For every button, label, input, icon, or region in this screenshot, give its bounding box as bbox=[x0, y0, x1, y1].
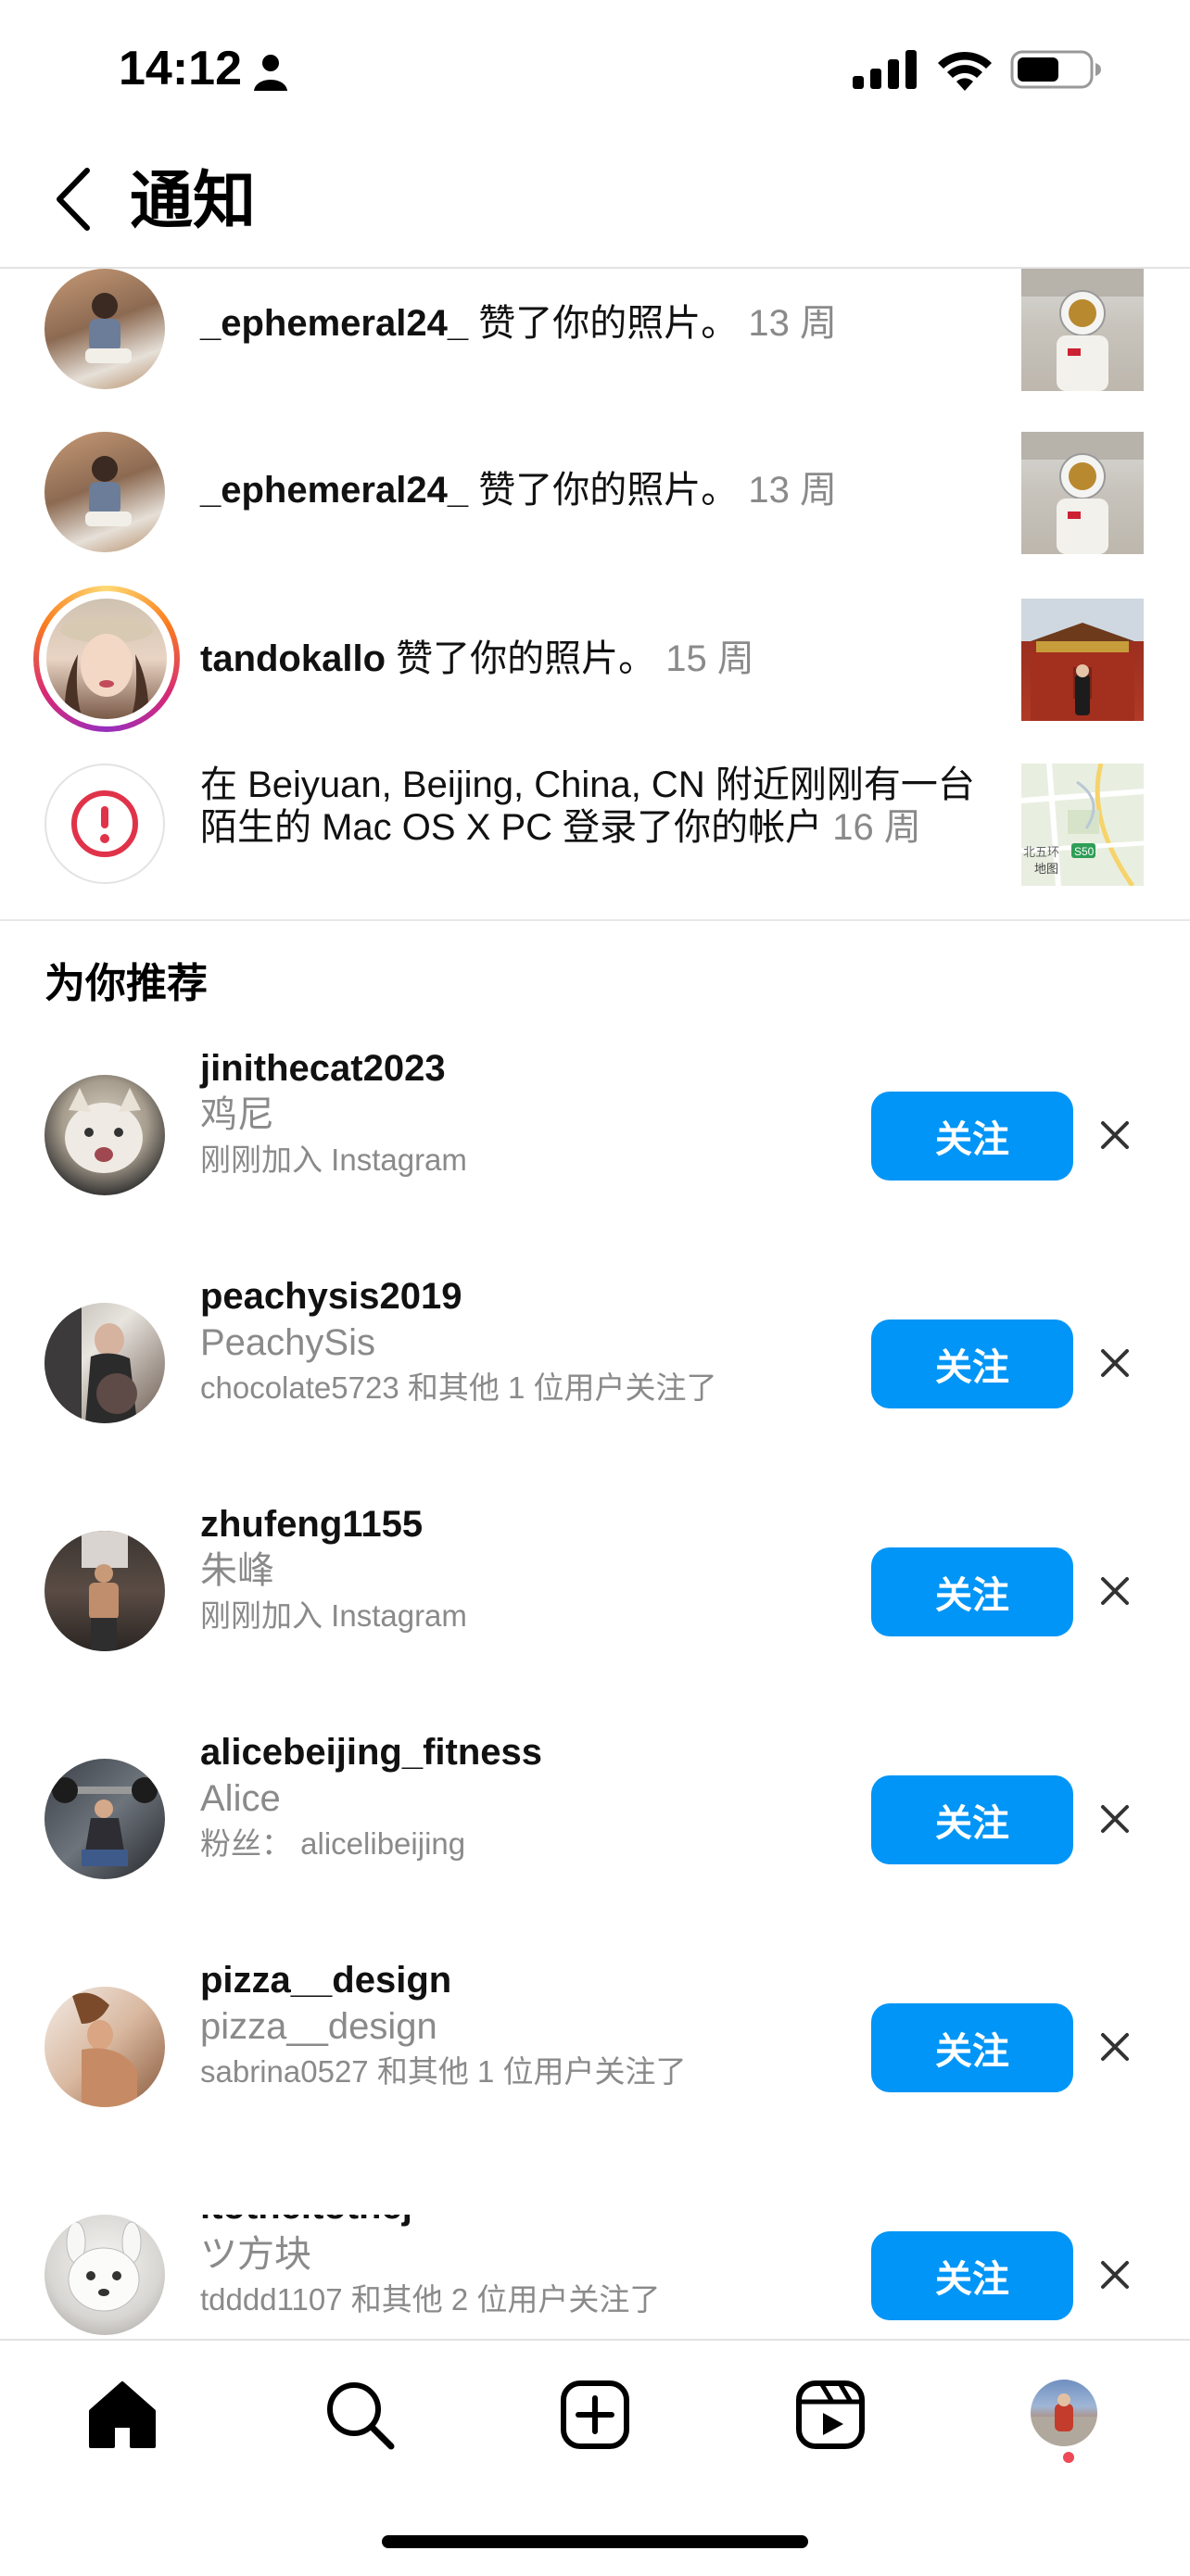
dismiss-icon[interactable] bbox=[1099, 1119, 1131, 1151]
home-indicator bbox=[382, 2535, 808, 2548]
home-icon[interactable] bbox=[85, 2378, 159, 2452]
suggestion-context: 粉丝： alicelibeijing bbox=[200, 1826, 466, 1861]
map-thumbnail[interactable]: 北五环 S50 地图 bbox=[1021, 764, 1144, 886]
avatar[interactable] bbox=[44, 1531, 165, 1651]
notification-text: _ephemeral24_ 赞了你的照片。 13 周 bbox=[200, 302, 988, 345]
notification-username[interactable]: tandokallo bbox=[200, 638, 386, 679]
follow-button[interactable]: 关注 bbox=[871, 1775, 1073, 1864]
status-time: 14:12 bbox=[119, 42, 242, 95]
section-divider bbox=[0, 919, 1190, 921]
follow-button[interactable]: 关注 bbox=[871, 1320, 1073, 1408]
suggestion-username[interactable]: jinithecat2023 bbox=[200, 1045, 446, 1092]
notification-time: 15 周 bbox=[665, 638, 754, 679]
battery-icon bbox=[1010, 50, 1101, 89]
avatar[interactable] bbox=[44, 1987, 165, 2107]
notification-text: _ephemeral24_ 赞了你的照片。 13 周 bbox=[200, 469, 988, 511]
notification-row[interactable]: _ephemeral24_ 赞了你的照片。 13 周 bbox=[0, 432, 1190, 599]
suggestion-row[interactable]: jinithecat2023 鸡尼 刚刚加入 Instagram 关注 bbox=[0, 1048, 1190, 1303]
follow-button[interactable]: 关注 bbox=[871, 1547, 1073, 1636]
suggestion-fullname: 鸡尼 bbox=[200, 1094, 274, 1135]
notification-text: tandokallo 赞了你的照片。 15 周 bbox=[200, 638, 988, 680]
suggestion-row[interactable]: ltotheltothej ツ方块 tdddd1107 和其他 2 位用户关注了… bbox=[0, 2215, 1190, 2335]
suggestion-fullname: Alice bbox=[200, 1778, 281, 1819]
dismiss-icon[interactable] bbox=[1099, 2031, 1131, 2063]
dismiss-icon[interactable] bbox=[1099, 1803, 1131, 1835]
page-title: 通知 bbox=[130, 166, 257, 236]
suggestion-username[interactable]: ltotheltothej bbox=[200, 2215, 412, 2229]
dismiss-icon[interactable] bbox=[1099, 1575, 1131, 1607]
notification-row[interactable]: _ephemeral24_ 赞了你的照片。 13 周 bbox=[0, 269, 1190, 436]
suggestion-username[interactable]: peachysis2019 bbox=[200, 1273, 462, 1320]
notification-username[interactable]: _ephemeral24_ bbox=[200, 470, 468, 511]
map-road-badge: S50 bbox=[1074, 845, 1095, 858]
notification-action: 赞了你的照片。 bbox=[468, 303, 739, 344]
suggestion-context: sabrina0527 和其他 1 位用户关注了 bbox=[200, 2054, 687, 2089]
avatar[interactable] bbox=[44, 1075, 165, 1195]
post-thumbnail[interactable] bbox=[1021, 599, 1144, 721]
create-icon[interactable] bbox=[558, 2378, 632, 2452]
suggestion-context: 刚刚加入 Instagram bbox=[200, 1598, 467, 1633]
avatar[interactable] bbox=[44, 432, 165, 552]
notification-action: 赞了你的照片。 bbox=[468, 470, 739, 511]
notification-time: 13 周 bbox=[748, 470, 837, 511]
notification-row[interactable]: 在 Beiyuan, Beijing, China, CN 附近刚刚有一台陌生的… bbox=[0, 758, 1190, 925]
post-thumbnail[interactable] bbox=[1021, 432, 1144, 554]
wifi-icon bbox=[938, 51, 992, 91]
suggestion-context: chocolate5723 和其他 1 位用户关注了 bbox=[200, 1370, 717, 1405]
suggestion-username[interactable]: pizza__design bbox=[200, 1957, 451, 2003]
suggestion-fullname: ツ方块 bbox=[200, 2234, 311, 2275]
suggestion-fullname: PeachySis bbox=[200, 1322, 375, 1363]
suggestion-row[interactable]: pizza__design pizza__design sabrina0527 … bbox=[0, 1960, 1190, 2215]
follow-button[interactable]: 关注 bbox=[871, 2231, 1073, 2320]
reels-icon[interactable] bbox=[793, 2378, 867, 2452]
notification-dot bbox=[1063, 2452, 1074, 2463]
suggestion-row[interactable]: zhufeng1155 朱峰 刚刚加入 Instagram 关注 bbox=[0, 1504, 1190, 1759]
avatar bbox=[44, 764, 165, 884]
search-icon[interactable] bbox=[323, 2378, 397, 2452]
suggestion-context: 刚刚加入 Instagram bbox=[200, 1143, 467, 1177]
notification-time: 13 周 bbox=[748, 303, 837, 344]
follow-button[interactable]: 关注 bbox=[871, 2003, 1073, 2092]
suggestion-username[interactable]: zhufeng1155 bbox=[200, 1501, 423, 1547]
avatar[interactable] bbox=[44, 1303, 165, 1423]
map-brand: 地图 bbox=[1034, 862, 1058, 876]
section-title: 为你推荐 bbox=[44, 961, 208, 1006]
suggestion-context: tdddd1107 和其他 2 位用户关注了 bbox=[200, 2282, 661, 2317]
post-thumbnail[interactable] bbox=[1021, 269, 1144, 391]
notification-time: 16 周 bbox=[832, 807, 921, 848]
story-ring[interactable] bbox=[33, 586, 180, 732]
suggestion-row[interactable]: alicebeijing_fitness Alice 粉丝： alicelibe… bbox=[0, 1732, 1190, 1987]
profile-avatar[interactable] bbox=[1031, 2380, 1097, 2446]
suggestion-fullname: pizza__design bbox=[200, 2006, 437, 2047]
cellular-signal-icon bbox=[853, 50, 917, 89]
person-icon bbox=[254, 55, 287, 91]
map-label: 北五环 bbox=[1023, 845, 1059, 859]
avatar bbox=[46, 599, 167, 719]
notification-row[interactable]: tandokallo 赞了你的照片。 15 周 bbox=[0, 586, 1190, 752]
suggestion-row[interactable]: peachysis2019 PeachySis chocolate5723 和其… bbox=[0, 1276, 1190, 1531]
avatar[interactable] bbox=[44, 1759, 165, 1879]
notification-username[interactable]: _ephemeral24_ bbox=[200, 303, 468, 344]
dismiss-icon[interactable] bbox=[1099, 1347, 1131, 1379]
alert-icon bbox=[71, 790, 138, 857]
dismiss-icon[interactable] bbox=[1099, 2259, 1131, 2291]
notification-text: 在 Beiyuan, Beijing, China, CN 附近刚刚有一台陌生的… bbox=[200, 764, 997, 849]
avatar[interactable] bbox=[44, 2215, 165, 2335]
suggestion-username[interactable]: alicebeijing_fitness bbox=[200, 1729, 542, 1775]
notification-action: 赞了你的照片。 bbox=[386, 638, 656, 679]
back-icon[interactable] bbox=[52, 167, 95, 232]
suggestion-fullname: 朱峰 bbox=[200, 1550, 274, 1591]
follow-button[interactable]: 关注 bbox=[871, 1092, 1073, 1181]
avatar[interactable] bbox=[44, 269, 165, 389]
